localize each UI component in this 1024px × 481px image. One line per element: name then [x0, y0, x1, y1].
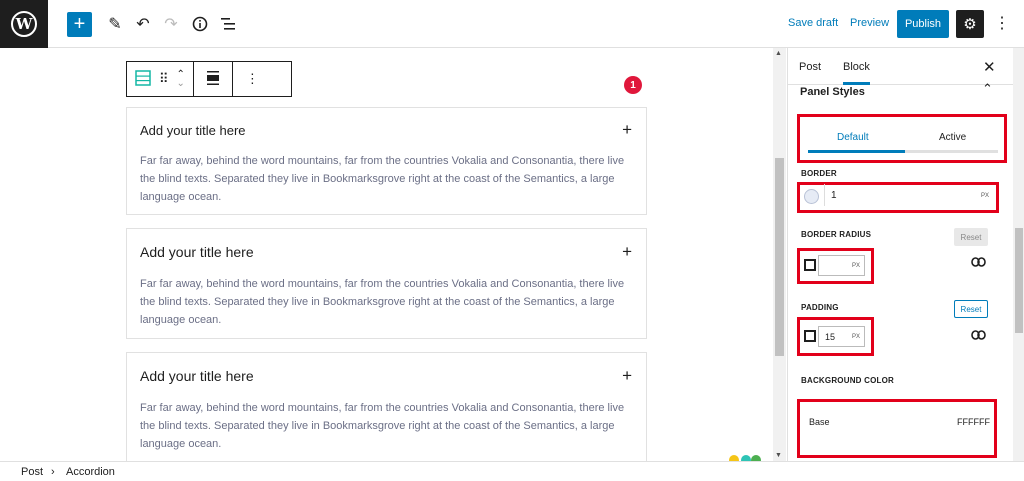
- block-toolbar-group-align: [194, 62, 233, 96]
- settings-button[interactable]: ⚙: [956, 10, 984, 38]
- padding-unit: PX: [851, 334, 860, 340]
- border-radius-input[interactable]: PX: [818, 255, 865, 276]
- accordion-item-body[interactable]: Far far away, behind the word mountains,…: [127, 275, 646, 329]
- accordion-item-body[interactable]: Far far away, behind the word mountains,…: [127, 399, 646, 453]
- plus-icon[interactable]: +: [622, 242, 632, 262]
- scroll-up-icon[interactable]: ▲: [775, 50, 782, 57]
- close-icon[interactable]: ✕: [983, 58, 996, 76]
- plus-icon[interactable]: +: [622, 366, 632, 386]
- panel-styles-title[interactable]: Panel Styles: [800, 86, 865, 98]
- editor-canvas: ⠿ ⌃ ⌄ ⋮ 1 Add your title here + Far far …: [0, 48, 786, 461]
- more-vertical-icon[interactable]: ⋮: [994, 13, 1010, 33]
- redo-icon[interactable]: ↷: [160, 13, 182, 35]
- link-icon[interactable]: [971, 328, 986, 343]
- move-down-icon[interactable]: ⌄: [177, 79, 185, 89]
- accordion-item-header[interactable]: Add your title here +: [127, 229, 646, 275]
- accordion-item[interactable]: Add your title here + Far far away, behi…: [126, 352, 647, 461]
- wordpress-logo-mark: W: [11, 11, 37, 37]
- background-hex-value[interactable]: FFFFFF: [957, 417, 990, 427]
- border-color-swatch[interactable]: [804, 189, 819, 204]
- breadcrumb-accordion[interactable]: Accordion: [66, 466, 115, 478]
- preview-button[interactable]: Preview: [850, 17, 889, 29]
- add-block-button[interactable]: +: [67, 12, 92, 37]
- accordion-block-icon[interactable]: [135, 69, 151, 89]
- border-radius-sides-icon[interactable]: [804, 259, 816, 271]
- accordion-item-body[interactable]: Far far away, behind the word mountains,…: [127, 152, 646, 206]
- chevron-up-icon[interactable]: ⌃: [982, 81, 993, 97]
- info-icon[interactable]: [189, 13, 211, 35]
- border-radius-label: BORDER RADIUS: [801, 230, 872, 239]
- padding-reset-button[interactable]: Reset: [954, 300, 988, 318]
- plus-icon[interactable]: +: [622, 120, 632, 140]
- floating-widget-icons[interactable]: [727, 453, 772, 461]
- accordion-item[interactable]: Add your title here + Far far away, behi…: [126, 228, 647, 339]
- top-toolbar: W + ✎ ↶ ↷ Save draft Preview Publish ⚙ ⋮: [0, 0, 1024, 48]
- sidebar-scrollbar-thumb[interactable]: [1015, 228, 1023, 333]
- accordion-item-title[interactable]: Add your title here: [140, 123, 246, 138]
- state-tabs-indicator: [808, 150, 905, 153]
- breadcrumb-post[interactable]: Post: [21, 466, 43, 478]
- accordion-item-title[interactable]: Add your title here: [140, 244, 254, 260]
- sidebar-scrollbar[interactable]: [1013, 48, 1024, 461]
- border-radius-unit: PX: [851, 263, 860, 269]
- background-color-label: BACKGROUND COLOR: [801, 376, 894, 385]
- border-control: 1 PX: [799, 184, 997, 212]
- sidebar-tabs: Post Block ✕: [788, 48, 1024, 85]
- padding-input[interactable]: 15 PX: [818, 326, 865, 347]
- border-radius-reset-button[interactable]: Reset: [954, 228, 988, 246]
- padding-sides-icon[interactable]: [804, 330, 816, 342]
- annotation-badge: 1: [624, 76, 642, 94]
- align-icon[interactable]: [206, 70, 220, 88]
- more-options-icon[interactable]: ⋮: [246, 71, 259, 87]
- accordion-item[interactable]: Add your title here + Far far away, behi…: [126, 107, 647, 215]
- background-color-control[interactable]: Base FFFFFF: [799, 400, 997, 458]
- wordpress-logo[interactable]: W: [0, 0, 48, 48]
- block-toolbar: ⠿ ⌃ ⌄ ⋮: [126, 61, 292, 97]
- undo-icon[interactable]: ↶: [132, 13, 154, 35]
- border-label: BORDER: [801, 169, 837, 178]
- link-icon[interactable]: [971, 255, 986, 270]
- block-editor: W + ✎ ↶ ↷ Save draft Preview Publish ⚙ ⋮…: [0, 0, 1024, 481]
- accordion-item-header[interactable]: Add your title here +: [127, 108, 646, 152]
- pencil-icon[interactable]: ✎: [104, 13, 126, 35]
- settings-sidebar: Post Block ✕ Panel Styles ⌃ Default Acti…: [787, 48, 1024, 461]
- chevron-right-icon: ›: [51, 466, 55, 478]
- border-divider: [824, 184, 825, 206]
- list-view-icon[interactable]: [217, 13, 239, 35]
- drag-handle-icon[interactable]: ⠿: [159, 71, 169, 87]
- save-draft-button[interactable]: Save draft: [788, 17, 838, 29]
- tab-default[interactable]: Default: [837, 132, 869, 143]
- state-tabs: Default Active: [802, 120, 1002, 160]
- tab-post[interactable]: Post: [799, 61, 821, 73]
- padding-control: 15 PX: [799, 322, 876, 355]
- background-base-label: Base: [809, 417, 830, 427]
- canvas-scrollbar-thumb[interactable]: [775, 158, 784, 356]
- border-unit: PX: [980, 193, 989, 199]
- border-width-input[interactable]: 1: [831, 190, 837, 201]
- accordion-item-header[interactable]: Add your title here +: [127, 353, 646, 399]
- block-toolbar-group-parent: ⠿ ⌃ ⌄: [127, 62, 194, 96]
- padding-label: PADDING: [801, 303, 839, 312]
- canvas-scrollbar[interactable]: ▲ ▼: [773, 48, 786, 461]
- publish-button[interactable]: Publish: [897, 10, 949, 38]
- breadcrumb: Post › Accordion: [0, 461, 1024, 481]
- padding-value: 15: [825, 332, 836, 342]
- move-up-down-icon[interactable]: ⌃ ⌄: [177, 70, 185, 89]
- plus-icon: +: [73, 13, 86, 35]
- scroll-down-icon[interactable]: ▼: [775, 452, 782, 459]
- block-toolbar-group-more: ⋮: [233, 62, 272, 96]
- gear-icon: ⚙: [963, 16, 977, 33]
- tab-active[interactable]: Active: [939, 132, 966, 143]
- accordion-item-title[interactable]: Add your title here: [140, 368, 254, 384]
- border-radius-control: PX: [799, 251, 876, 284]
- tab-block[interactable]: Block: [843, 61, 870, 85]
